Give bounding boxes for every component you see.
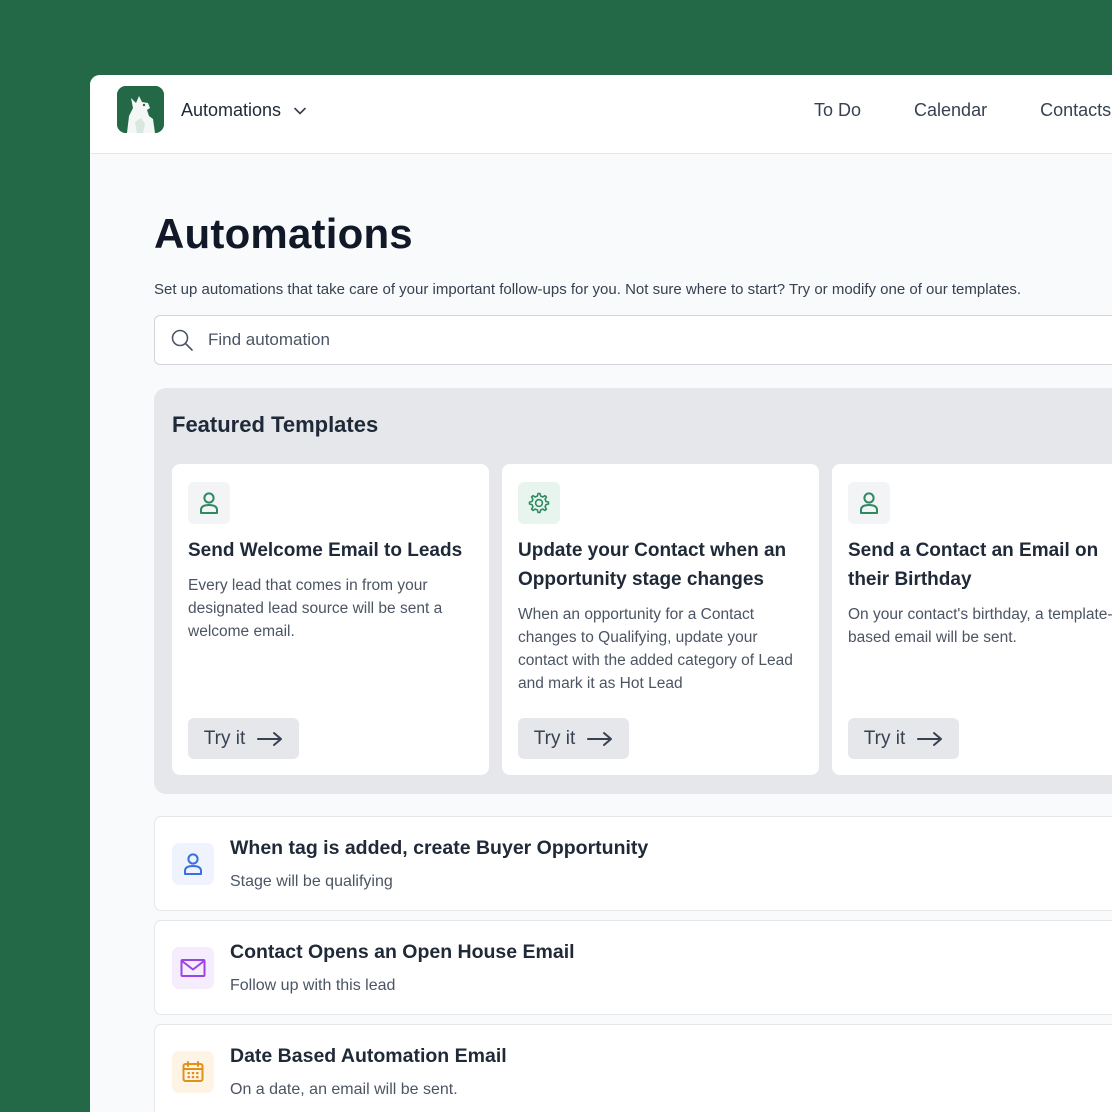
user-icon: [200, 492, 218, 514]
app-switcher-dropdown[interactable]: Automations: [181, 100, 307, 121]
card-icon-wrap: [848, 482, 890, 524]
featured-templates: Featured Templates Send Welcome Email to…: [154, 388, 1112, 794]
card-title: Send a Contact an Email on their Birthda…: [848, 540, 1099, 590]
user-icon: [860, 492, 878, 514]
arrow-right-icon: [257, 731, 283, 746]
card-title: Send Welcome Email to Leads: [188, 540, 463, 561]
card-description: On your contact's birthday, a template-b…: [848, 606, 1112, 646]
card-description: When an opportunity for a Contact change…: [518, 606, 793, 692]
automation-title: Date Based Automation Email: [230, 1045, 507, 1067]
page-subtitle: Set up automations that take care of you…: [154, 281, 1022, 298]
page-title: Automations: [154, 210, 413, 257]
arrow-right-icon: [917, 731, 943, 746]
row-icon-wrap: [172, 1051, 214, 1093]
try-it-label: Try it: [863, 727, 906, 749]
try-it-button[interactable]: Try it: [518, 718, 629, 759]
wolf-logo-icon: [117, 86, 164, 133]
automation-subtitle: Stage will be qualifying: [230, 873, 393, 890]
gear-icon: [528, 492, 550, 514]
try-it-label: Try it: [533, 727, 576, 749]
search-box[interactable]: [154, 315, 1112, 365]
nav-item-contacts[interactable]: Contacts: [1040, 100, 1111, 121]
try-it-button[interactable]: Try it: [848, 718, 959, 759]
try-it-label: Try it: [203, 727, 246, 749]
card-title: Update your Contact when an Opportunity …: [518, 540, 787, 590]
automation-subtitle: On a date, an email will be sent.: [230, 1081, 458, 1098]
chevron-down-icon: [294, 107, 306, 114]
nav-item-calendar[interactable]: Calendar: [914, 100, 987, 121]
automation-row-buyer-opportunity[interactable]: When tag is added, create Buyer Opportun…: [154, 816, 1112, 911]
arrow-right-icon: [587, 731, 613, 746]
automation-title: When tag is added, create Buyer Opportun…: [230, 837, 649, 859]
template-card-birthday-email[interactable]: Send a Contact an Email on their Birthda…: [831, 463, 1112, 776]
search-input[interactable]: [208, 330, 1008, 350]
user-icon: [184, 853, 202, 875]
app-window: Automations To Do Calendar Contacts Auto…: [90, 75, 1112, 1112]
template-card-opportunity-stage[interactable]: Update your Contact when an Opportunity …: [501, 463, 820, 776]
featured-templates-title: Featured Templates: [172, 412, 379, 437]
brand-logo[interactable]: [117, 86, 164, 133]
card-icon-wrap: [188, 482, 230, 524]
template-card-welcome-email[interactable]: Send Welcome Email to Leads Every lead t…: [171, 463, 490, 776]
calendar-icon: [182, 1061, 204, 1082]
search-icon: [171, 329, 193, 351]
top-bar: Automations To Do Calendar Contacts: [90, 75, 1112, 154]
automation-row-open-house-email[interactable]: Contact Opens an Open House Email Follow…: [154, 920, 1112, 1015]
card-icon-wrap: [518, 482, 560, 524]
envelope-icon: [180, 959, 206, 977]
try-it-button[interactable]: Try it: [188, 718, 299, 759]
nav-item-todo[interactable]: To Do: [814, 100, 861, 121]
row-icon-wrap: [172, 947, 214, 989]
automation-title: Contact Opens an Open House Email: [230, 941, 575, 963]
card-description: Every lead that comes in from your desig…: [188, 577, 443, 640]
app-switcher-label: Automations: [181, 100, 282, 120]
automation-subtitle: Follow up with this lead: [230, 977, 396, 994]
top-nav: To Do Calendar Contacts: [814, 100, 1111, 121]
automation-row-date-based-email[interactable]: Date Based Automation Email On a date, a…: [154, 1024, 1112, 1112]
row-icon-wrap: [172, 843, 214, 885]
